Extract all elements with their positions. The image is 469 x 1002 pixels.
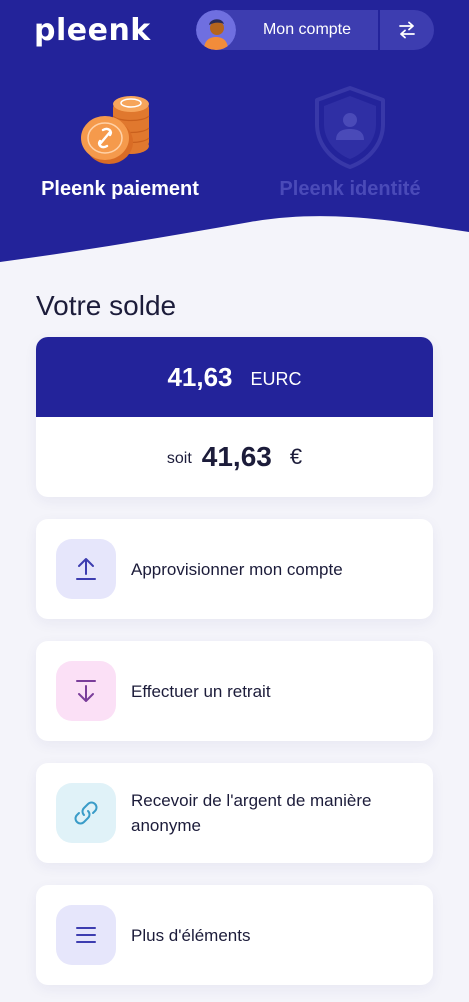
balance-title: Votre solde [36,290,177,321]
coins-icon [81,96,150,164]
balance-token-row: 41,63 EURC [36,337,433,417]
receive-anonymous-button[interactable]: Recevoir de l'argent de manière anonyme [36,763,433,863]
swap-button[interactable] [378,10,434,50]
download-arrow-icon [76,680,96,702]
action-label: Effectuer un retrait [131,681,271,701]
balance-amount: 41,63 [167,361,233,392]
fund-account-button[interactable]: Approvisionner mon compte [36,519,433,619]
link-icon [74,801,98,825]
converted-amount: 41,63 [201,441,272,472]
account-switcher: Mon compte [196,10,434,50]
tab-label: Pleenk identité [279,178,421,200]
hero-header: pleenk Mon compte Pleenk paiement Pleenk… [0,0,469,300]
converted-unit: € [289,444,303,469]
menu-icon [76,927,96,943]
action-icon-tile [56,783,116,843]
action-icon-tile [56,539,116,599]
tab-pleenk-identite[interactable]: Pleenk identité [250,84,450,201]
pleenk-logo[interactable]: pleenk [34,13,151,48]
action-label: Approvisionner mon compte [131,559,343,579]
action-icon-tile [56,661,116,721]
tab-label: Pleenk paiement [41,178,199,200]
avatar[interactable] [196,10,236,50]
my-account-button[interactable]: Mon compte [236,21,378,39]
balance-unit: EURC [250,368,302,389]
swap-arrows-icon [399,21,415,39]
action-label: Recevoir de l'argent de manière anonyme [131,791,372,835]
shield-user-icon [315,86,385,169]
more-items-button[interactable]: Plus d'éléments [36,885,433,985]
balance-card: 41,63 EURC soit 41,63 € [36,337,433,497]
withdraw-button[interactable]: Effectuer un retrait [36,641,433,741]
balance-converted-row: soit 41,63 € [36,417,433,497]
action-icon-tile [56,905,116,965]
upload-arrow-icon [76,558,96,580]
converted-prefix: soit [166,450,192,467]
action-label: Plus d'éléments [131,925,251,945]
tab-pleenk-paiement[interactable]: Pleenk paiement [20,84,220,201]
